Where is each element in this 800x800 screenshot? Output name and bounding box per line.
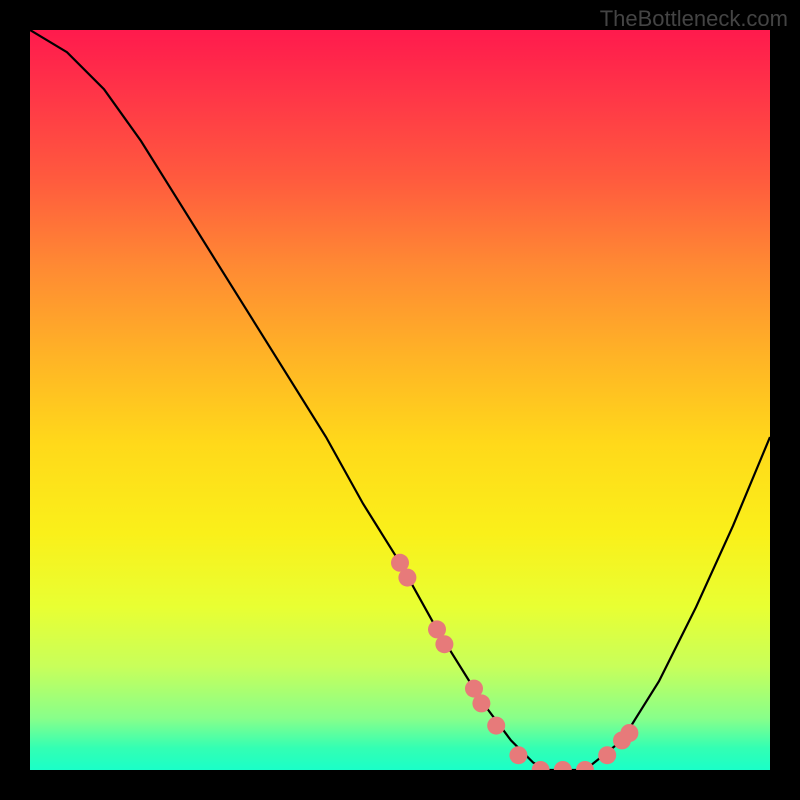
scatter-point	[620, 724, 638, 742]
chart-svg	[30, 30, 770, 770]
scatter-point	[576, 761, 594, 770]
scatter-point	[554, 761, 572, 770]
bottleneck-curve	[30, 30, 770, 770]
scatter-points	[391, 554, 638, 770]
watermark-text: TheBottleneck.com	[600, 6, 788, 32]
scatter-point	[598, 746, 616, 764]
scatter-point	[472, 694, 490, 712]
scatter-point	[398, 569, 416, 587]
scatter-point	[435, 635, 453, 653]
scatter-point	[509, 746, 527, 764]
scatter-point	[487, 717, 505, 735]
plot-area	[30, 30, 770, 770]
